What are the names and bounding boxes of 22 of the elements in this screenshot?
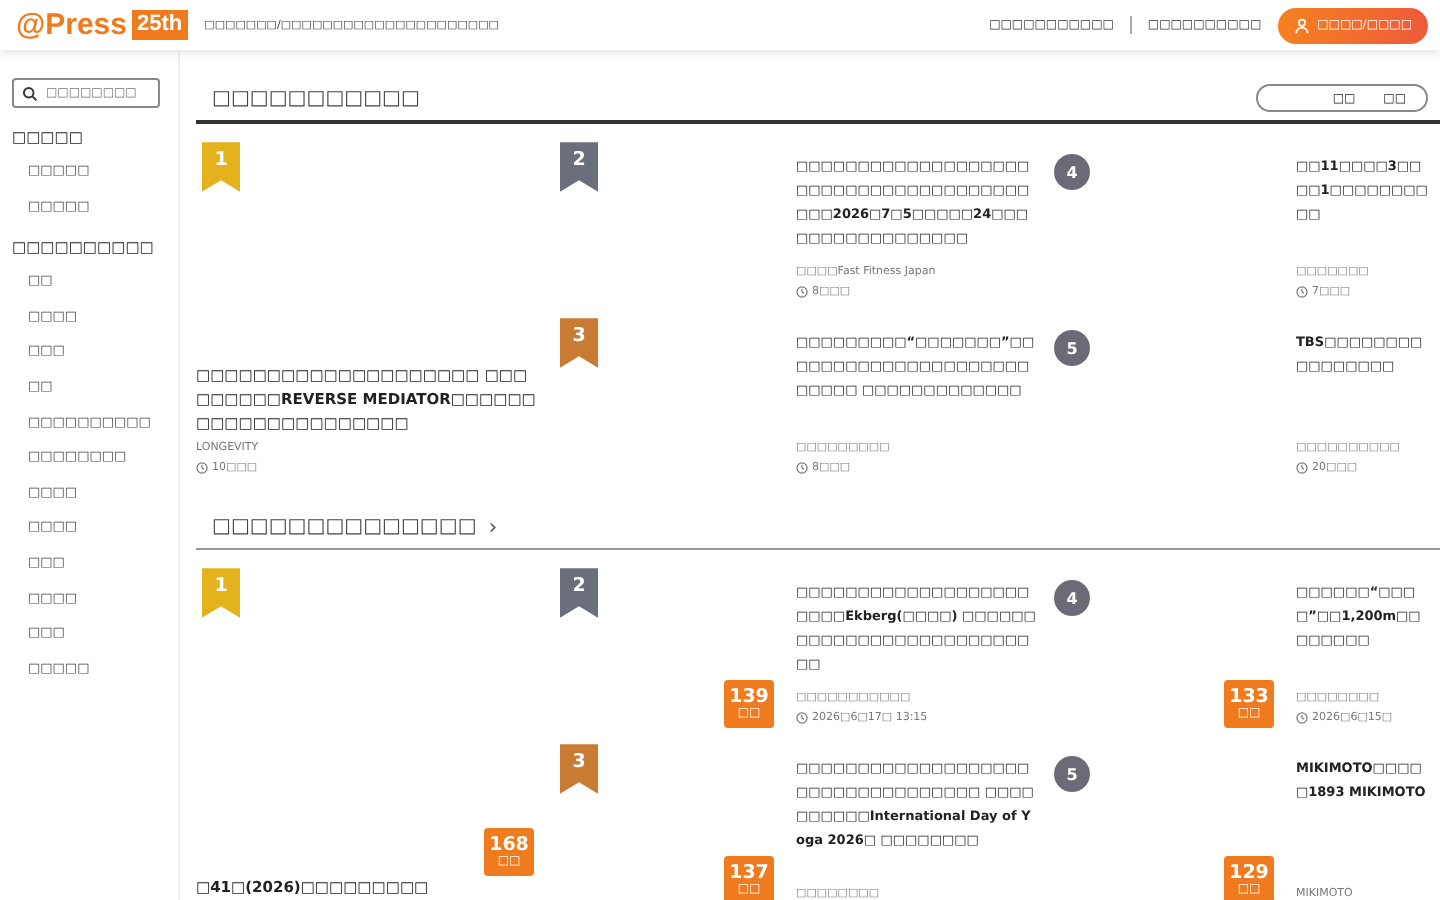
rank-ribbon: 2: [560, 568, 598, 618]
rank-ribbon: 2: [560, 142, 598, 192]
chevron-icon[interactable]: ›: [488, 513, 498, 539]
rank-ribbon: 1: [202, 142, 240, 192]
clock-icon: [796, 712, 808, 724]
clock-icon: [1296, 462, 1308, 474]
section-title: □□□□□□□□□□□□□□: [212, 515, 477, 537]
rank-badge: 4: [1054, 154, 1090, 190]
section-title: □□□□□□□□□□□: [212, 87, 420, 109]
clock-icon: [1296, 712, 1308, 724]
clock-icon: [796, 286, 808, 298]
rank-badge: 5: [1054, 330, 1090, 366]
clock-icon: [196, 462, 208, 474]
rank-ribbon: 3: [560, 744, 598, 794]
user-icon: [1293, 17, 1310, 33]
rank-ribbon: 3: [560, 318, 598, 368]
clock-icon: [1296, 286, 1308, 298]
rank-badge: 5: [1054, 756, 1090, 792]
clock-icon: [796, 462, 808, 474]
search-icon: [22, 85, 38, 101]
rank-ribbon: 1: [202, 568, 240, 618]
rank-badge: 4: [1054, 580, 1090, 616]
